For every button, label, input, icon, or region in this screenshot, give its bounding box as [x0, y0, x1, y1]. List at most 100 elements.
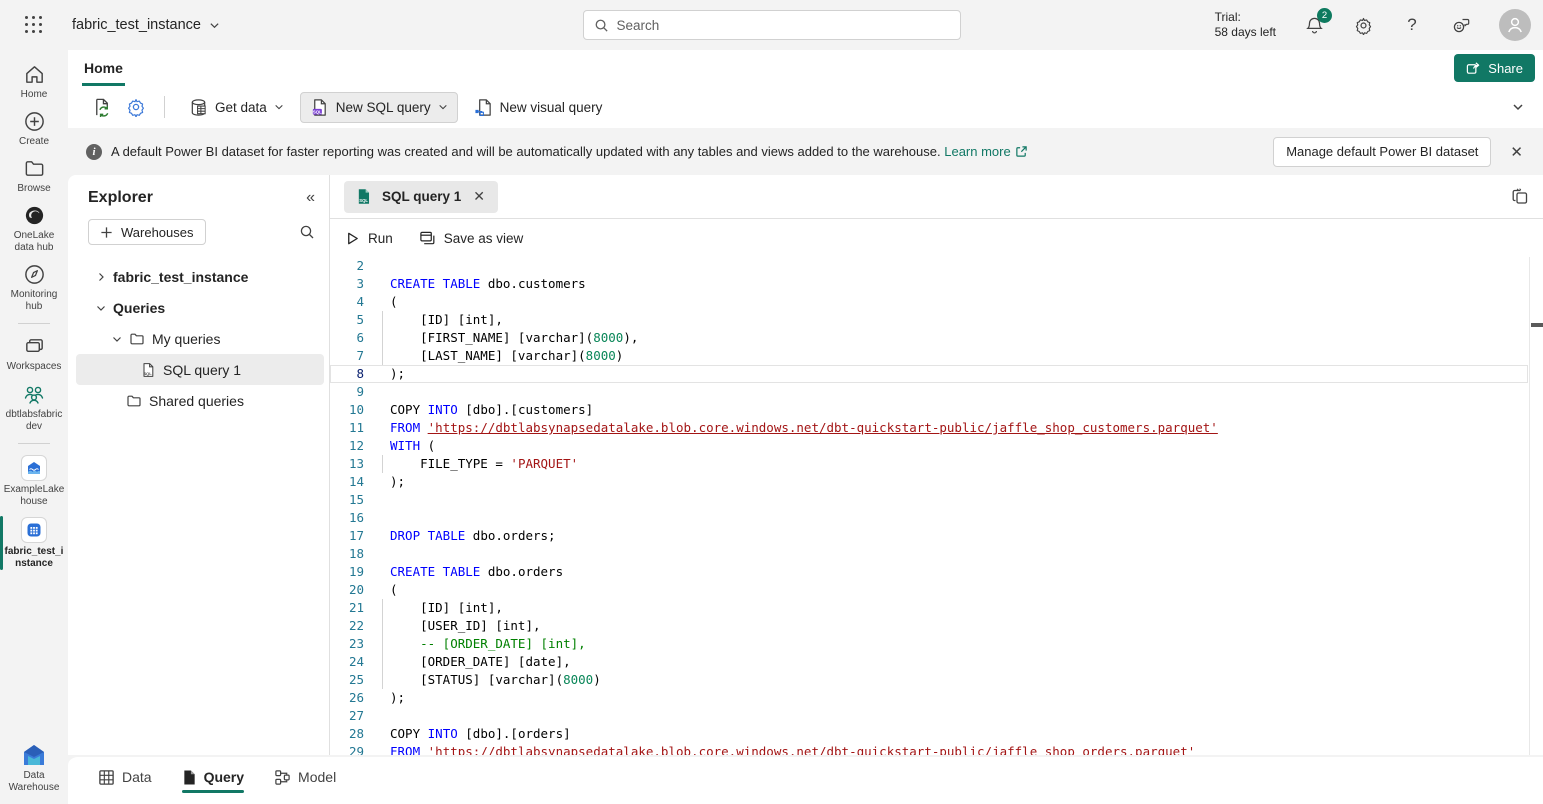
feedback-button[interactable] [1450, 14, 1472, 36]
tree-item-sql-query-1[interactable]: SQL SQL query 1 [76, 354, 324, 385]
line-number: 24 [330, 653, 364, 671]
code-line-27[interactable]: 27 [330, 707, 1543, 725]
line-number: 13 [330, 455, 364, 473]
refresh-dataset-button[interactable] [88, 93, 116, 121]
tab-data[interactable]: Data [98, 769, 152, 793]
code-line-5[interactable]: 5 [ID] [int], [330, 311, 1543, 329]
save-as-view-button[interactable]: Save as view [419, 230, 524, 247]
chevron-down-icon [438, 102, 448, 112]
code-line-17[interactable]: 17DROP TABLE dbo.orders; [330, 527, 1543, 545]
code-line-25[interactable]: 25 [STATUS] [varchar](8000) [330, 671, 1543, 689]
code-line-14[interactable]: 14); [330, 473, 1543, 491]
rail-item-browse[interactable]: Browse [0, 152, 68, 199]
code-line-11[interactable]: 11FROM 'https://dbtlabsynapsedatalake.bl… [330, 419, 1543, 437]
rail-item-home[interactable]: Home [0, 58, 68, 105]
share-button[interactable]: Share [1454, 54, 1535, 82]
folder-icon [129, 331, 145, 347]
code-line-24[interactable]: 24 [ORDER_DATE] [date], [330, 653, 1543, 671]
code-line-12[interactable]: 12 WITH ( [330, 437, 1543, 455]
rail-item-fabric-test-instance[interactable]: fabric_test_instance [0, 512, 68, 574]
manage-default-dataset-button[interactable]: Manage default Power BI dataset [1273, 137, 1491, 167]
code-line-9[interactable]: 9 [330, 383, 1543, 401]
code-line-19[interactable]: 19CREATE TABLE dbo.orders [330, 563, 1543, 581]
search-placeholder: Search [617, 18, 660, 33]
code-line-23[interactable]: 23 -- [ORDER_DATE] [int], [330, 635, 1543, 653]
search-input[interactable]: Search [583, 10, 961, 40]
rail-item-data-warehouse[interactable]: Data Warehouse [0, 738, 68, 798]
tree-item-shared-queries[interactable]: Shared queries [76, 385, 324, 416]
code-text: WITH ( [390, 437, 435, 455]
add-warehouses-button[interactable]: Warehouses [88, 219, 206, 245]
info-icon: i [86, 144, 102, 160]
learn-more-link[interactable]: Learn more [944, 144, 1027, 159]
rail-item-examplelakehouse[interactable]: ExampleLakehouse [0, 450, 68, 512]
get-data-button[interactable]: Get data [179, 92, 294, 123]
code-line-10[interactable]: 10COPY INTO [dbo].[customers] [330, 401, 1543, 419]
svg-text:SQL: SQL [143, 370, 152, 375]
code-line-15[interactable]: 15 [330, 491, 1543, 509]
banner-close-icon[interactable]: ✕ [1510, 143, 1523, 161]
tab-sql-query-1[interactable]: SQL SQL query 1 ✕ [344, 181, 498, 213]
code-line-2[interactable]: 2 [330, 257, 1543, 275]
code-line-6[interactable]: 6 [FIRST_NAME] [varchar](8000), [330, 329, 1543, 347]
rail-item-workspaces[interactable]: Workspaces [0, 330, 68, 377]
tree-item-my-queries[interactable]: My queries [76, 323, 324, 354]
rail-item-onelake-data-hub[interactable]: OneLake data hub [0, 199, 68, 258]
settings-button[interactable] [1352, 14, 1374, 36]
code-text: [ID] [int], [390, 599, 503, 617]
new-visual-query-button[interactable]: New visual query [464, 92, 613, 123]
editor-scrollbar[interactable] [1529, 257, 1543, 755]
code-line-29[interactable]: 29FROM 'https://dbtlabsynapsedatalake.bl… [330, 743, 1543, 755]
workspace-name: fabric_test_instance [72, 17, 201, 33]
code-line-3[interactable]: 3CREATE TABLE dbo.customers [330, 275, 1543, 293]
new-sql-query-button[interactable]: SQL New SQL query [300, 92, 458, 123]
code-line-16[interactable]: 16 [330, 509, 1543, 527]
code-line-8[interactable]: 8); [330, 365, 1543, 383]
rail-item-monitoring-hub[interactable]: Monitoring hub [0, 258, 68, 317]
tree-item-warehouse[interactable]: fabric_test_instance [76, 261, 324, 292]
chevron-down-icon [112, 334, 122, 344]
lakehouse-icon [21, 455, 47, 481]
code-line-28[interactable]: 28COPY INTO [dbo].[orders] [330, 725, 1543, 743]
user-avatar[interactable] [1499, 9, 1531, 41]
code-text: CREATE TABLE dbo.orders [390, 563, 563, 581]
rail-item-dbtlabsfabricdev[interactable]: dbtlabsfabricdev [0, 377, 68, 437]
code-text: ); [390, 365, 405, 383]
line-number: 12 [330, 437, 364, 455]
collapse-ribbon-chevron-icon[interactable] [1511, 100, 1525, 114]
code-text: [USER_ID] [int], [390, 617, 541, 635]
code-text: COPY INTO [dbo].[customers] [390, 401, 593, 419]
code-line-20[interactable]: 20( [330, 581, 1543, 599]
line-number: 21 [330, 599, 364, 617]
tab-query[interactable]: Query [182, 769, 244, 793]
app-launcher-icon[interactable] [14, 5, 54, 45]
code-line-4[interactable]: 4( [330, 293, 1543, 311]
code-line-13[interactable]: 13 FILE_TYPE = 'PARQUET' [330, 455, 1543, 473]
copy-icon[interactable] [1511, 188, 1529, 206]
code-editor[interactable]: 23CREATE TABLE dbo.customers4(5 [ID] [in… [330, 257, 1543, 755]
workspace-switcher[interactable]: fabric_test_instance [72, 17, 220, 33]
code-line-18[interactable]: 18 [330, 545, 1543, 563]
code-text: FROM 'https://dbtlabsynapsedatalake.blob… [390, 743, 1195, 755]
tree-item-queries[interactable]: Queries [76, 292, 324, 323]
settings-tool-button[interactable] [122, 93, 150, 121]
tab-home[interactable]: Home [82, 54, 125, 86]
code-line-26[interactable]: 26); [330, 689, 1543, 707]
explorer-search-icon[interactable] [299, 224, 315, 240]
collapse-explorer-icon[interactable]: « [306, 189, 315, 207]
code-text: ); [390, 689, 405, 707]
notifications-button[interactable]: 2 [1303, 14, 1325, 36]
code-text: [LAST_NAME] [varchar](8000) [390, 347, 623, 365]
query-editor-pane: SQL SQL query 1 ✕ Run Save as view 23CR [330, 175, 1543, 755]
line-number: 15 [330, 491, 364, 509]
run-button[interactable]: Run [345, 231, 393, 246]
help-button[interactable]: ? [1401, 14, 1423, 36]
code-line-7[interactable]: 7 [LAST_NAME] [varchar](8000) [330, 347, 1543, 365]
code-text: [STATUS] [varchar](8000) [390, 671, 601, 689]
close-tab-icon[interactable]: ✕ [471, 188, 487, 205]
code-line-22[interactable]: 22 [USER_ID] [int], [330, 617, 1543, 635]
tab-model[interactable]: Model [274, 769, 336, 793]
rail-item-create[interactable]: Create [0, 105, 68, 152]
svg-text:SQL: SQL [313, 109, 322, 114]
code-line-21[interactable]: 21 [ID] [int], [330, 599, 1543, 617]
